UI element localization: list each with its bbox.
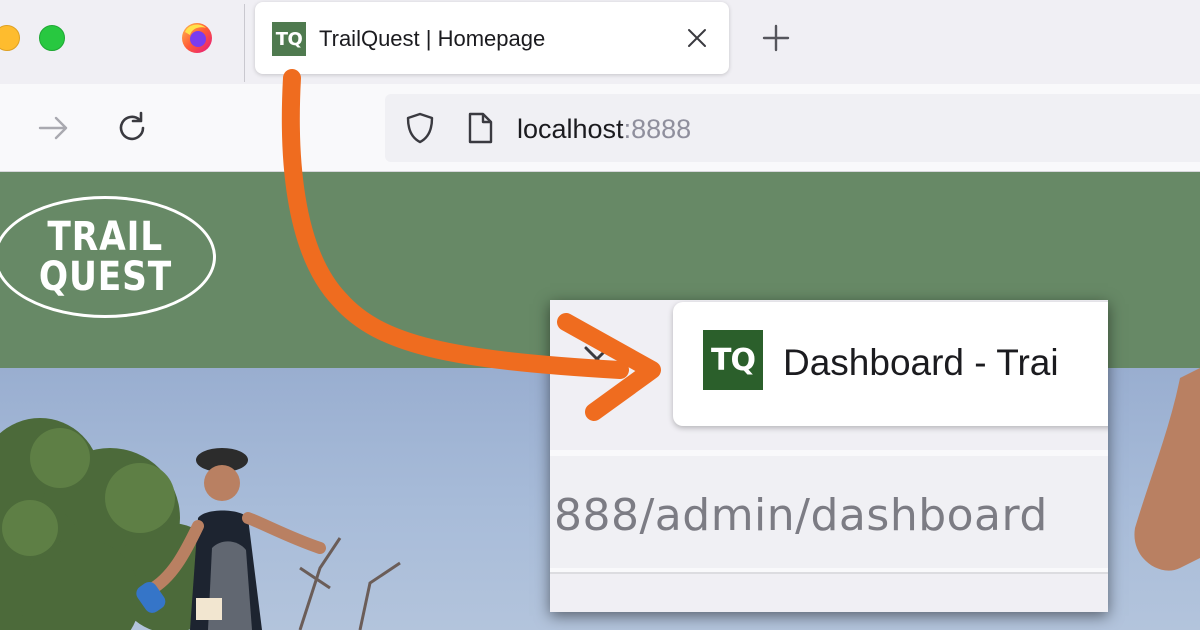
url-port: :8888 bbox=[623, 114, 692, 144]
trailquest-favicon: TQ bbox=[272, 22, 306, 56]
plus-icon[interactable] bbox=[760, 22, 792, 54]
callout-bottom-strip bbox=[550, 590, 1108, 612]
callout-tab-dashboard: TQ Dashboard - Trai bbox=[673, 302, 1108, 426]
callout-address-area: 888/admin/dashboard bbox=[550, 450, 1108, 574]
reload-icon[interactable] bbox=[114, 110, 150, 146]
navigation-toolbar: localhost:8888 bbox=[0, 84, 1200, 172]
url-text[interactable]: localhost:8888 bbox=[517, 114, 691, 145]
close-icon[interactable] bbox=[683, 24, 711, 52]
arrow-right-icon[interactable] bbox=[36, 110, 72, 146]
maximize-window-button[interactable] bbox=[39, 25, 65, 51]
page-icon[interactable] bbox=[465, 111, 495, 145]
url-host: localhost bbox=[517, 114, 624, 144]
logo-line-trail: TRAIL bbox=[47, 214, 163, 260]
zoomed-callout: TQ Dashboard - Trai 888/admin/dashboard bbox=[550, 300, 1108, 612]
tab-title: TrailQuest | Homepage bbox=[319, 26, 546, 51]
tab-separator bbox=[244, 4, 245, 82]
shield-icon[interactable] bbox=[403, 111, 437, 145]
address-bar[interactable]: localhost:8888 bbox=[385, 94, 1200, 162]
minimize-window-button[interactable] bbox=[0, 25, 20, 51]
callout-url-text: 888/admin/dashboard bbox=[554, 490, 1048, 541]
trailquest-logo[interactable]: TRAIL QUEST bbox=[0, 196, 216, 318]
tab-homepage[interactable]: TQ TrailQuest | Homepage bbox=[255, 2, 729, 74]
close-icon bbox=[584, 346, 610, 372]
callout-tab-title: Dashboard - Trai bbox=[783, 342, 1059, 383]
callout-address-bar: 888/admin/dashboard bbox=[550, 456, 1108, 568]
trailquest-favicon: TQ bbox=[703, 330, 763, 390]
logo-line-quest: QUEST bbox=[38, 254, 172, 300]
tab-strip: TQ TrailQuest | Homepage bbox=[0, 0, 1200, 84]
firefox-icon[interactable] bbox=[180, 20, 214, 54]
